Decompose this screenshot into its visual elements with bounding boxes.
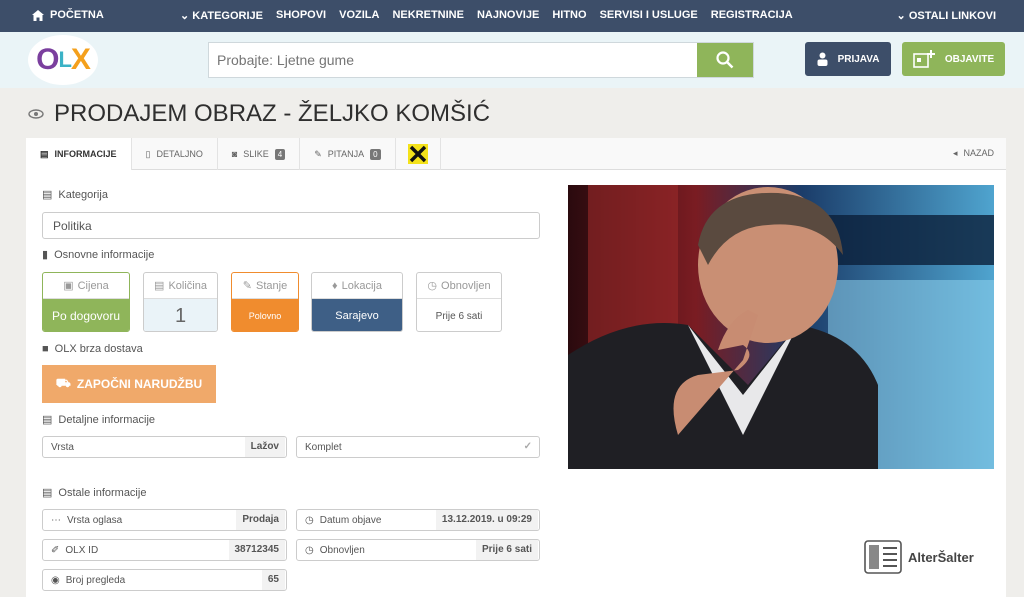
clock-icon: ◷ (305, 544, 314, 556)
list-icon: ▤ (40, 148, 49, 159)
nav-registracija[interactable]: REGISTRACIJA (711, 9, 793, 22)
newspaper-icon (864, 540, 902, 574)
search-icon (716, 51, 734, 69)
site-header: OLX PRIJAVA OBJAVITE (0, 32, 1024, 88)
user-icon (817, 52, 828, 66)
renewed-value: Prije 6 sati (435, 310, 483, 322)
nav-hitno[interactable]: HITNO (552, 9, 586, 22)
alter-salter-watermark: AlterŠalter (864, 540, 974, 574)
questions-count-badge: 0 (370, 148, 381, 160)
renewed-box: ◷ Obnovljen Prije 6 sati (416, 272, 502, 332)
nav-shopovi[interactable]: SHOPOVI (276, 9, 326, 22)
post-ad-button[interactable]: OBJAVITE (902, 42, 1005, 76)
nav-other-links[interactable]: ⌄ OSTALI LINKOVI (897, 9, 996, 22)
quantity-box: ▤ Količina 1 (143, 272, 218, 332)
nav-nekretnine[interactable]: NEKRETNINE (392, 9, 464, 22)
document-icon: ▯ (145, 148, 151, 159)
document-icon: ▮ (42, 249, 49, 261)
check-icon: ✓ (523, 441, 532, 452)
nav-kategorije[interactable]: ⌄ KATEGORIJE (180, 9, 263, 22)
price-box: ▣ Cijena Po dogovoru (42, 272, 130, 332)
camera-icon: ◙ (231, 149, 238, 159)
nav-vozila[interactable]: VOZILA (339, 9, 379, 22)
tab-informacije[interactable]: ▤ INFORMACIJE (26, 138, 132, 170)
listing-title-row: PRODAJEM OBRAZ - ŽELJKO KOMŠIĆ (28, 100, 490, 128)
stack-icon: ▤ (154, 280, 165, 292)
price-value: Po dogovoru (43, 299, 129, 331)
chevron-down-icon: ⌄ (180, 10, 190, 22)
page-title: PRODAJEM OBRAZ - ŽELJKO KOMŠIĆ (54, 100, 491, 127)
other-row-renewed: ◷ Obnovljen Prije 6 sati (296, 539, 540, 561)
dots-icon: ⋯ (51, 514, 61, 526)
section-category: ▤ Kategorija (42, 188, 108, 202)
quantity-value: 1 (144, 299, 217, 331)
arrow-left-icon: ◂ (952, 148, 958, 158)
back-link[interactable]: ◂ NAZAD (953, 148, 994, 159)
cart-icon: ⛟ (55, 376, 71, 390)
eye-icon (28, 109, 44, 119)
nav-home[interactable]: POČETNA (32, 9, 104, 21)
bank-logo-icon (407, 144, 428, 164)
location-value: Sarajevo (312, 299, 402, 331)
condition-box: ✎ Stanje Polovno (231, 272, 299, 332)
list-icon: ▤ (42, 189, 53, 201)
list-icon: ▤ (42, 414, 53, 426)
login-button[interactable]: PRIJAVA (805, 42, 891, 76)
category-value-field: Politika (42, 212, 540, 239)
nav-najnovije[interactable]: NAJNOVIJE (477, 9, 539, 22)
start-order-button[interactable]: ⛟ ZAPOČNI NARUDŽBU (42, 365, 216, 403)
top-navigation: POČETNA ⌄ KATEGORIJE SHOPOVI VOZILA NEKR… (0, 0, 1024, 32)
home-icon (32, 9, 44, 21)
condition-value: Polovno (232, 299, 298, 331)
search-input[interactable] (209, 43, 697, 77)
search-bar (208, 42, 754, 78)
section-basic-info: ▮ Osnovne informacije (42, 248, 155, 262)
tag-icon: ▣ (63, 280, 74, 292)
eye-icon: ◉ (51, 574, 60, 586)
add-listing-icon (913, 50, 935, 68)
olx-logo[interactable]: OLX (28, 35, 98, 85)
tab-bank[interactable] (396, 138, 441, 170)
nav-home-label: POČETNA (50, 9, 104, 21)
listing-photo[interactable] (568, 185, 994, 469)
listing-photo-image (568, 185, 994, 469)
nav-servisi[interactable]: SERVISI I USLUGE (600, 9, 698, 22)
listing-tabs: ▤ INFORMACIJE ▯ DETALJNO ◙ SLIKE 4 ✎ PIT… (26, 138, 1006, 170)
other-row-olx-id: ✐ OLX ID 38712345 (42, 539, 287, 561)
detail-row-komplet: Komplet ✓ (296, 436, 540, 458)
brush-icon: ✎ (242, 280, 252, 292)
truck-icon: ■ (42, 343, 49, 355)
section-delivery: ■ OLX brza dostava (42, 343, 143, 355)
tab-slike[interactable]: ◙ SLIKE 4 (218, 138, 301, 170)
section-detail-info: ▤ Detaljne informacije (42, 413, 156, 427)
other-row-views: ◉ Broj pregleda 65 (42, 569, 287, 591)
chevron-down-icon: ⌄ (896, 10, 906, 22)
clock-icon: ◷ (305, 514, 314, 526)
chat-icon: ✎ (314, 148, 322, 159)
location-box: ♦ Lokacija Sarajevo (311, 272, 403, 332)
images-count-badge: 4 (274, 148, 286, 160)
other-row-ad-type: ⋯ Vrsta oglasa Prodaja (42, 509, 287, 531)
other-row-publish-date: ◷ Datum objave 13.12.2019. u 09:29 (296, 509, 540, 531)
clock-icon: ◷ (427, 280, 438, 292)
wrench-icon: ✐ (51, 544, 60, 556)
tab-detaljno[interactable]: ▯ DETALJNO (132, 138, 218, 170)
section-other-info: ▤ Ostale informacije (42, 486, 147, 500)
tab-pitanja[interactable]: ✎ PITANJA 0 (300, 138, 396, 170)
map-pin-icon: ♦ (332, 279, 338, 292)
detail-row-vrsta: Vrsta Lažov (42, 436, 287, 458)
search-button[interactable] (697, 43, 753, 77)
document-icon: ▤ (42, 487, 53, 499)
